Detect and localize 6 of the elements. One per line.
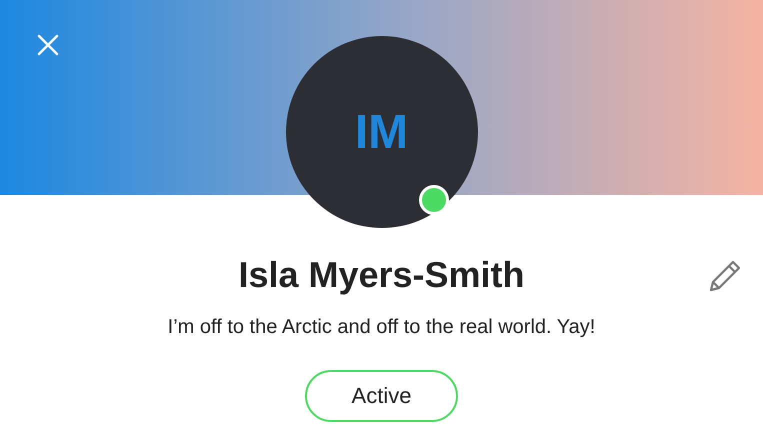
avatar-initials: IM: [354, 104, 408, 160]
user-name: Isla Myers-Smith: [238, 253, 525, 297]
status-button[interactable]: Active: [305, 370, 458, 422]
close-icon[interactable]: [37, 34, 59, 56]
status-message: I’m off to the Arctic and off to the real world. Yay!: [168, 315, 596, 339]
pencil-icon[interactable]: [707, 258, 743, 294]
